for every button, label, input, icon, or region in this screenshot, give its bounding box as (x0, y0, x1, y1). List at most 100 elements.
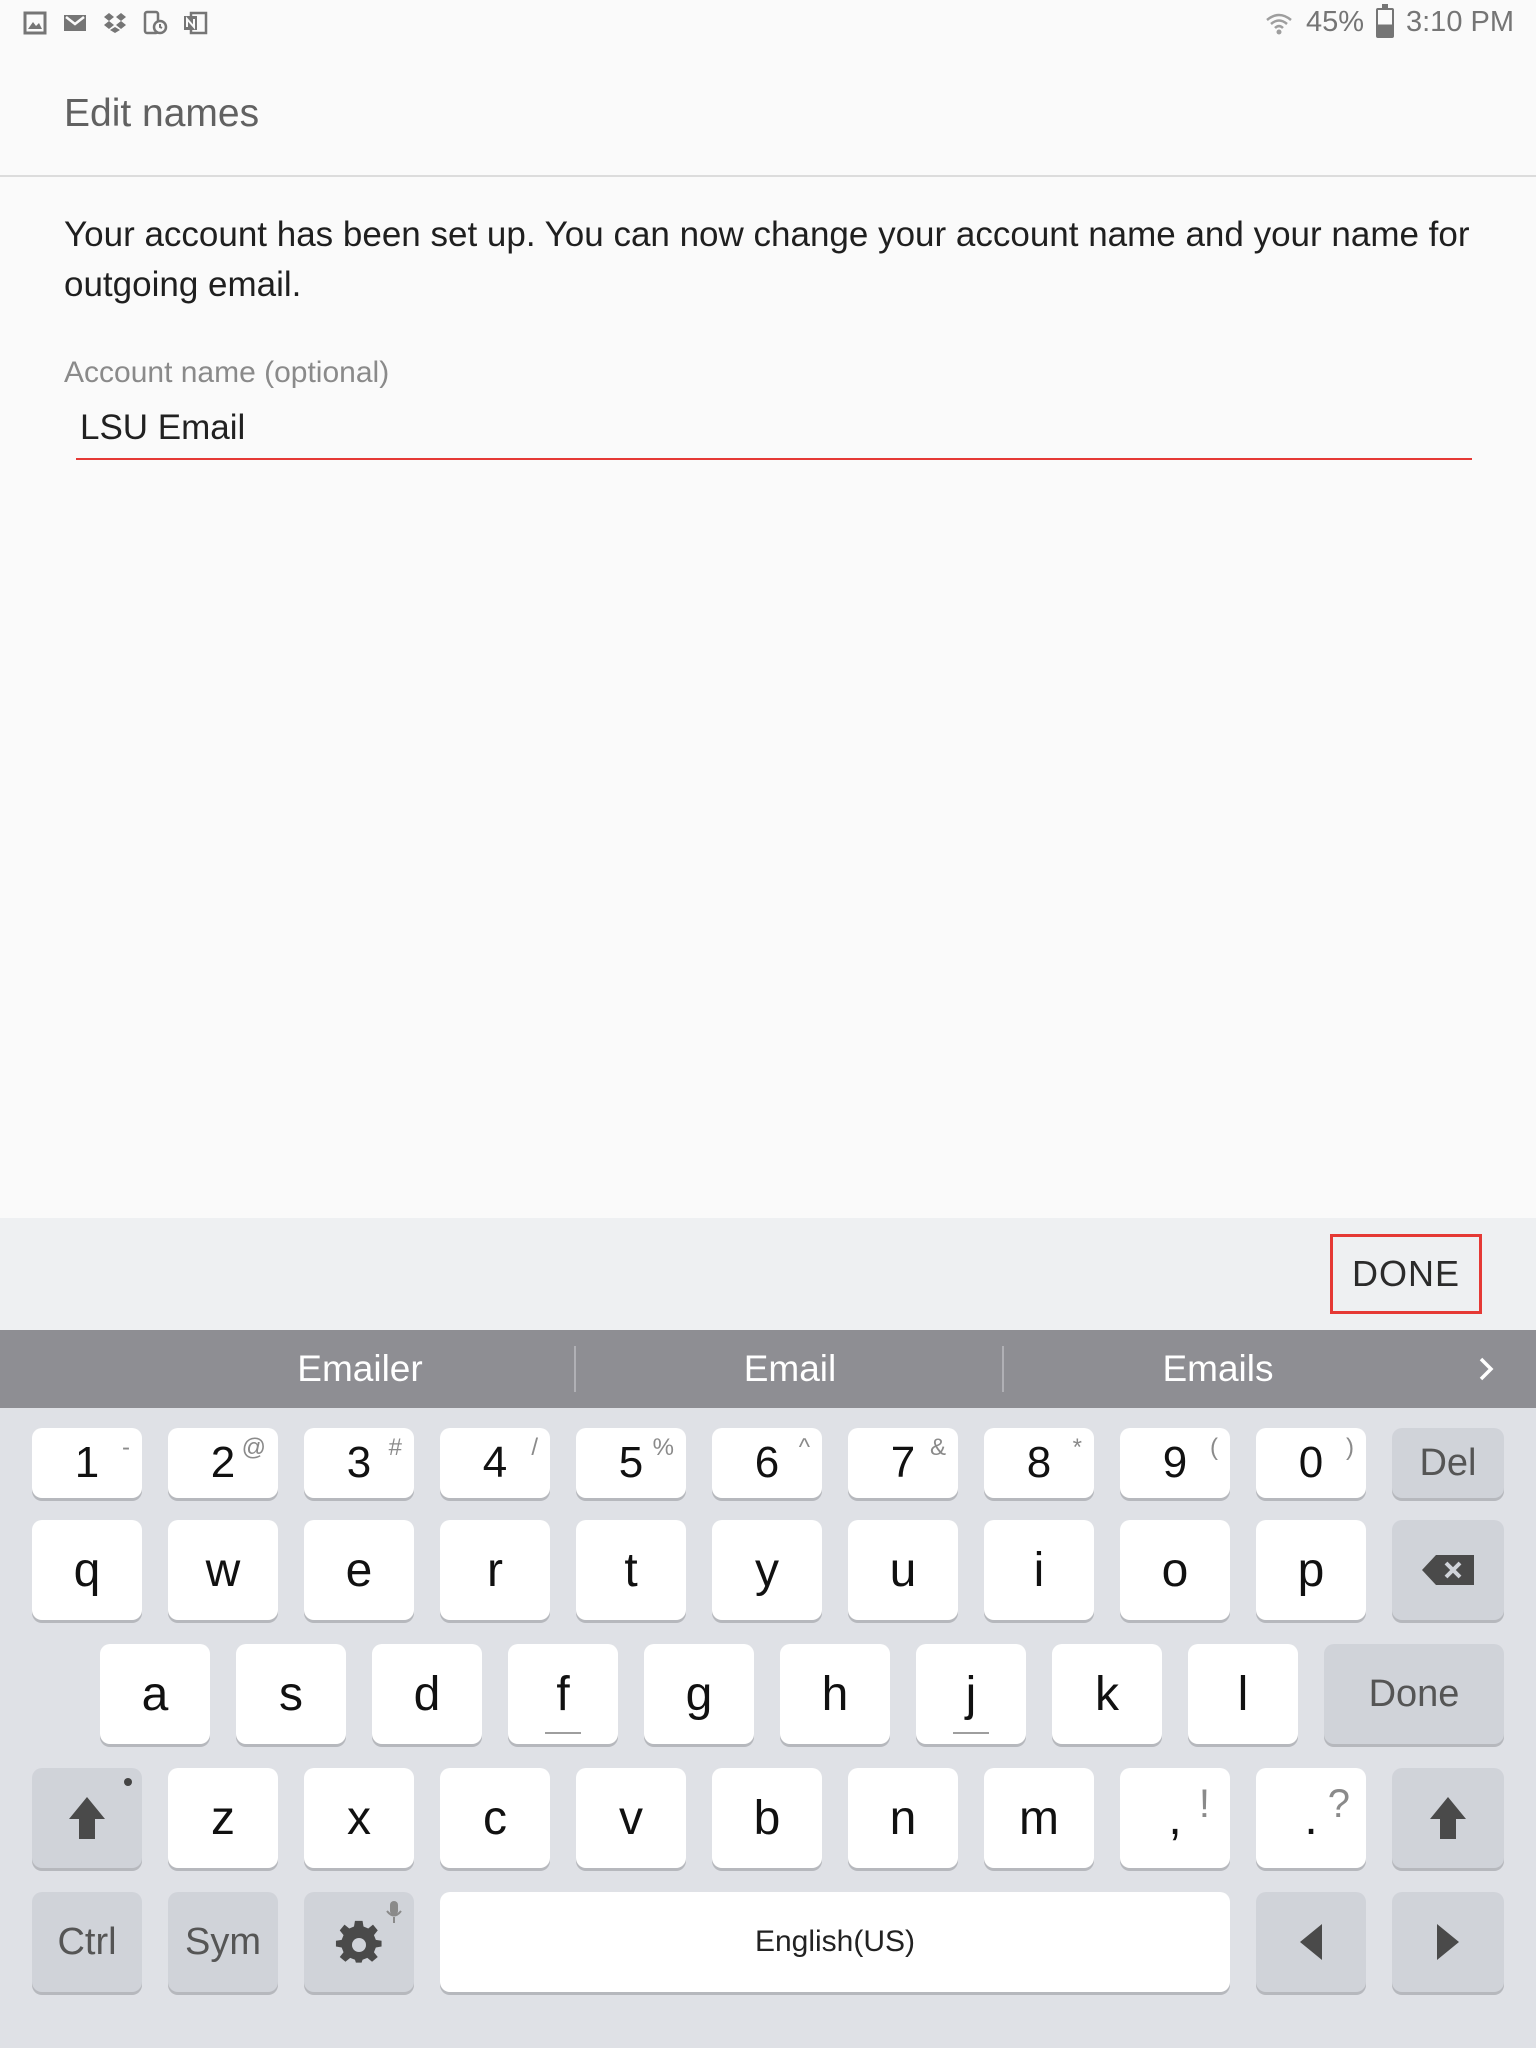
key-label: l (1237, 1667, 1249, 1721)
key-label: c (483, 1791, 507, 1845)
key-label: 3 (346, 1438, 372, 1487)
key-label: English(US) (754, 1925, 916, 1958)
shift-key-right[interactable] (1392, 1768, 1504, 1868)
key-label: g (685, 1667, 713, 1721)
key-label: Done (1368, 1672, 1460, 1715)
account-name-input[interactable] (76, 398, 1472, 460)
key-label: i (1033, 1543, 1045, 1597)
shift-key-left[interactable] (32, 1768, 142, 1868)
backspace-icon (1422, 1555, 1474, 1585)
key-label: b (753, 1791, 781, 1845)
key-4[interactable]: 4/ (440, 1428, 550, 1498)
page-title: Edit names (64, 92, 260, 135)
key-j[interactable]: j (916, 1644, 1026, 1744)
key-label: o (1161, 1543, 1189, 1597)
key-a[interactable]: a (100, 1644, 210, 1744)
key-s[interactable]: s (236, 1644, 346, 1744)
ctrl-key[interactable]: Ctrl (32, 1892, 142, 1992)
sym-key[interactable]: Sym (168, 1892, 278, 1992)
key-alt-label: & (929, 1434, 946, 1461)
key-label: y (755, 1543, 779, 1597)
key-7[interactable]: 7 & (848, 1428, 958, 1498)
done-button[interactable]: DONE (1330, 1234, 1482, 1314)
dropbox-icon (104, 13, 126, 33)
key-e[interactable]: e (304, 1520, 414, 1620)
key-6[interactable]: 6 ^ (712, 1428, 822, 1498)
key-label: a (141, 1667, 169, 1721)
key-comma[interactable]: ,! (1120, 1768, 1230, 1868)
key-5[interactable]: 5% (576, 1428, 686, 1498)
key-label: d (413, 1667, 441, 1721)
key-period[interactable]: .? (1256, 1768, 1366, 1868)
key-z[interactable]: z (168, 1768, 278, 1868)
settings-key[interactable] (304, 1892, 414, 1992)
spacebar[interactable]: English(US) (440, 1892, 1230, 1992)
key-2[interactable]: 2 @ (168, 1428, 278, 1498)
key-c[interactable]: c (440, 1768, 550, 1868)
key-u[interactable]: u (848, 1520, 958, 1620)
key-9[interactable]: 9( (1120, 1428, 1230, 1498)
key-n[interactable]: n (848, 1768, 958, 1868)
key-r[interactable]: r (440, 1520, 550, 1620)
key-l[interactable]: l (1188, 1644, 1298, 1744)
suggestion-2[interactable]: Email (580, 1330, 1000, 1408)
suggestion-1[interactable]: Emailer (150, 1330, 570, 1408)
key-label: w (205, 1543, 241, 1597)
key-label: 1 (74, 1438, 100, 1487)
key-alt-label: * (1072, 1434, 1082, 1461)
key-v[interactable]: v (576, 1768, 686, 1868)
del-key[interactable]: Del (1392, 1428, 1504, 1498)
shift-indicator-dot (124, 1778, 132, 1786)
key-alt-label: / (531, 1434, 538, 1461)
action-bar: DONE (0, 1218, 1536, 1330)
key-3[interactable]: 3 # (304, 1428, 414, 1498)
key-label: . (1304, 1791, 1318, 1845)
key-1[interactable]: 1- (32, 1428, 142, 1498)
suggestion-divider (1002, 1346, 1004, 1392)
chevron-right-icon[interactable] (1466, 1349, 1506, 1389)
key-label: 9 (1162, 1438, 1188, 1487)
key-label: s (279, 1667, 303, 1721)
status-bar: 45% 3:10 PM (0, 0, 1536, 48)
cursor-left-key[interactable] (1256, 1892, 1366, 1992)
backspace-key[interactable] (1392, 1520, 1504, 1620)
key-label: z (211, 1791, 235, 1845)
key-f[interactable]: f (508, 1644, 618, 1744)
gallery-icon (23, 11, 47, 35)
key-o[interactable]: o (1120, 1520, 1230, 1620)
key-label: k (1095, 1667, 1119, 1721)
key-g[interactable]: g (644, 1644, 754, 1744)
key-0[interactable]: 0) (1256, 1428, 1366, 1498)
keyboard-done-key[interactable]: Done (1324, 1644, 1504, 1744)
cursor-right-key[interactable] (1392, 1892, 1504, 1992)
key-label: f (556, 1667, 570, 1721)
key-d[interactable]: d (372, 1644, 482, 1744)
key-k[interactable]: k (1052, 1644, 1162, 1744)
key-b[interactable]: b (712, 1768, 822, 1868)
key-m[interactable]: m (984, 1768, 1094, 1868)
key-label: u (889, 1543, 917, 1597)
key-x[interactable]: x (304, 1768, 414, 1868)
key-label: p (1297, 1543, 1325, 1597)
key-i[interactable]: i (984, 1520, 1094, 1620)
key-8[interactable]: 8 * (984, 1428, 1094, 1498)
key-t[interactable]: t (576, 1520, 686, 1620)
key-w[interactable]: w (168, 1520, 278, 1620)
key-label: Ctrl (57, 1920, 117, 1963)
key-h[interactable]: h (780, 1644, 890, 1744)
key-label: r (487, 1543, 503, 1597)
key-alt-label: ? (1327, 1782, 1350, 1826)
status-right: 45% 3:10 PM (1264, 3, 1514, 39)
suggestion-bar: Emailer Email Emails (0, 1330, 1536, 1408)
key-label: , (1168, 1791, 1182, 1845)
suggestion-3[interactable]: Emails (1008, 1330, 1428, 1408)
key-y[interactable]: y (712, 1520, 822, 1620)
key-label: Sym (185, 1920, 261, 1963)
key-label: q (73, 1543, 101, 1597)
key-p[interactable]: p (1256, 1520, 1366, 1620)
key-q[interactable]: q (32, 1520, 142, 1620)
key-label: t (624, 1543, 638, 1597)
key-alt-label: # (388, 1434, 402, 1461)
key-alt-label: - (122, 1434, 130, 1461)
key-label: 4 (482, 1438, 508, 1487)
